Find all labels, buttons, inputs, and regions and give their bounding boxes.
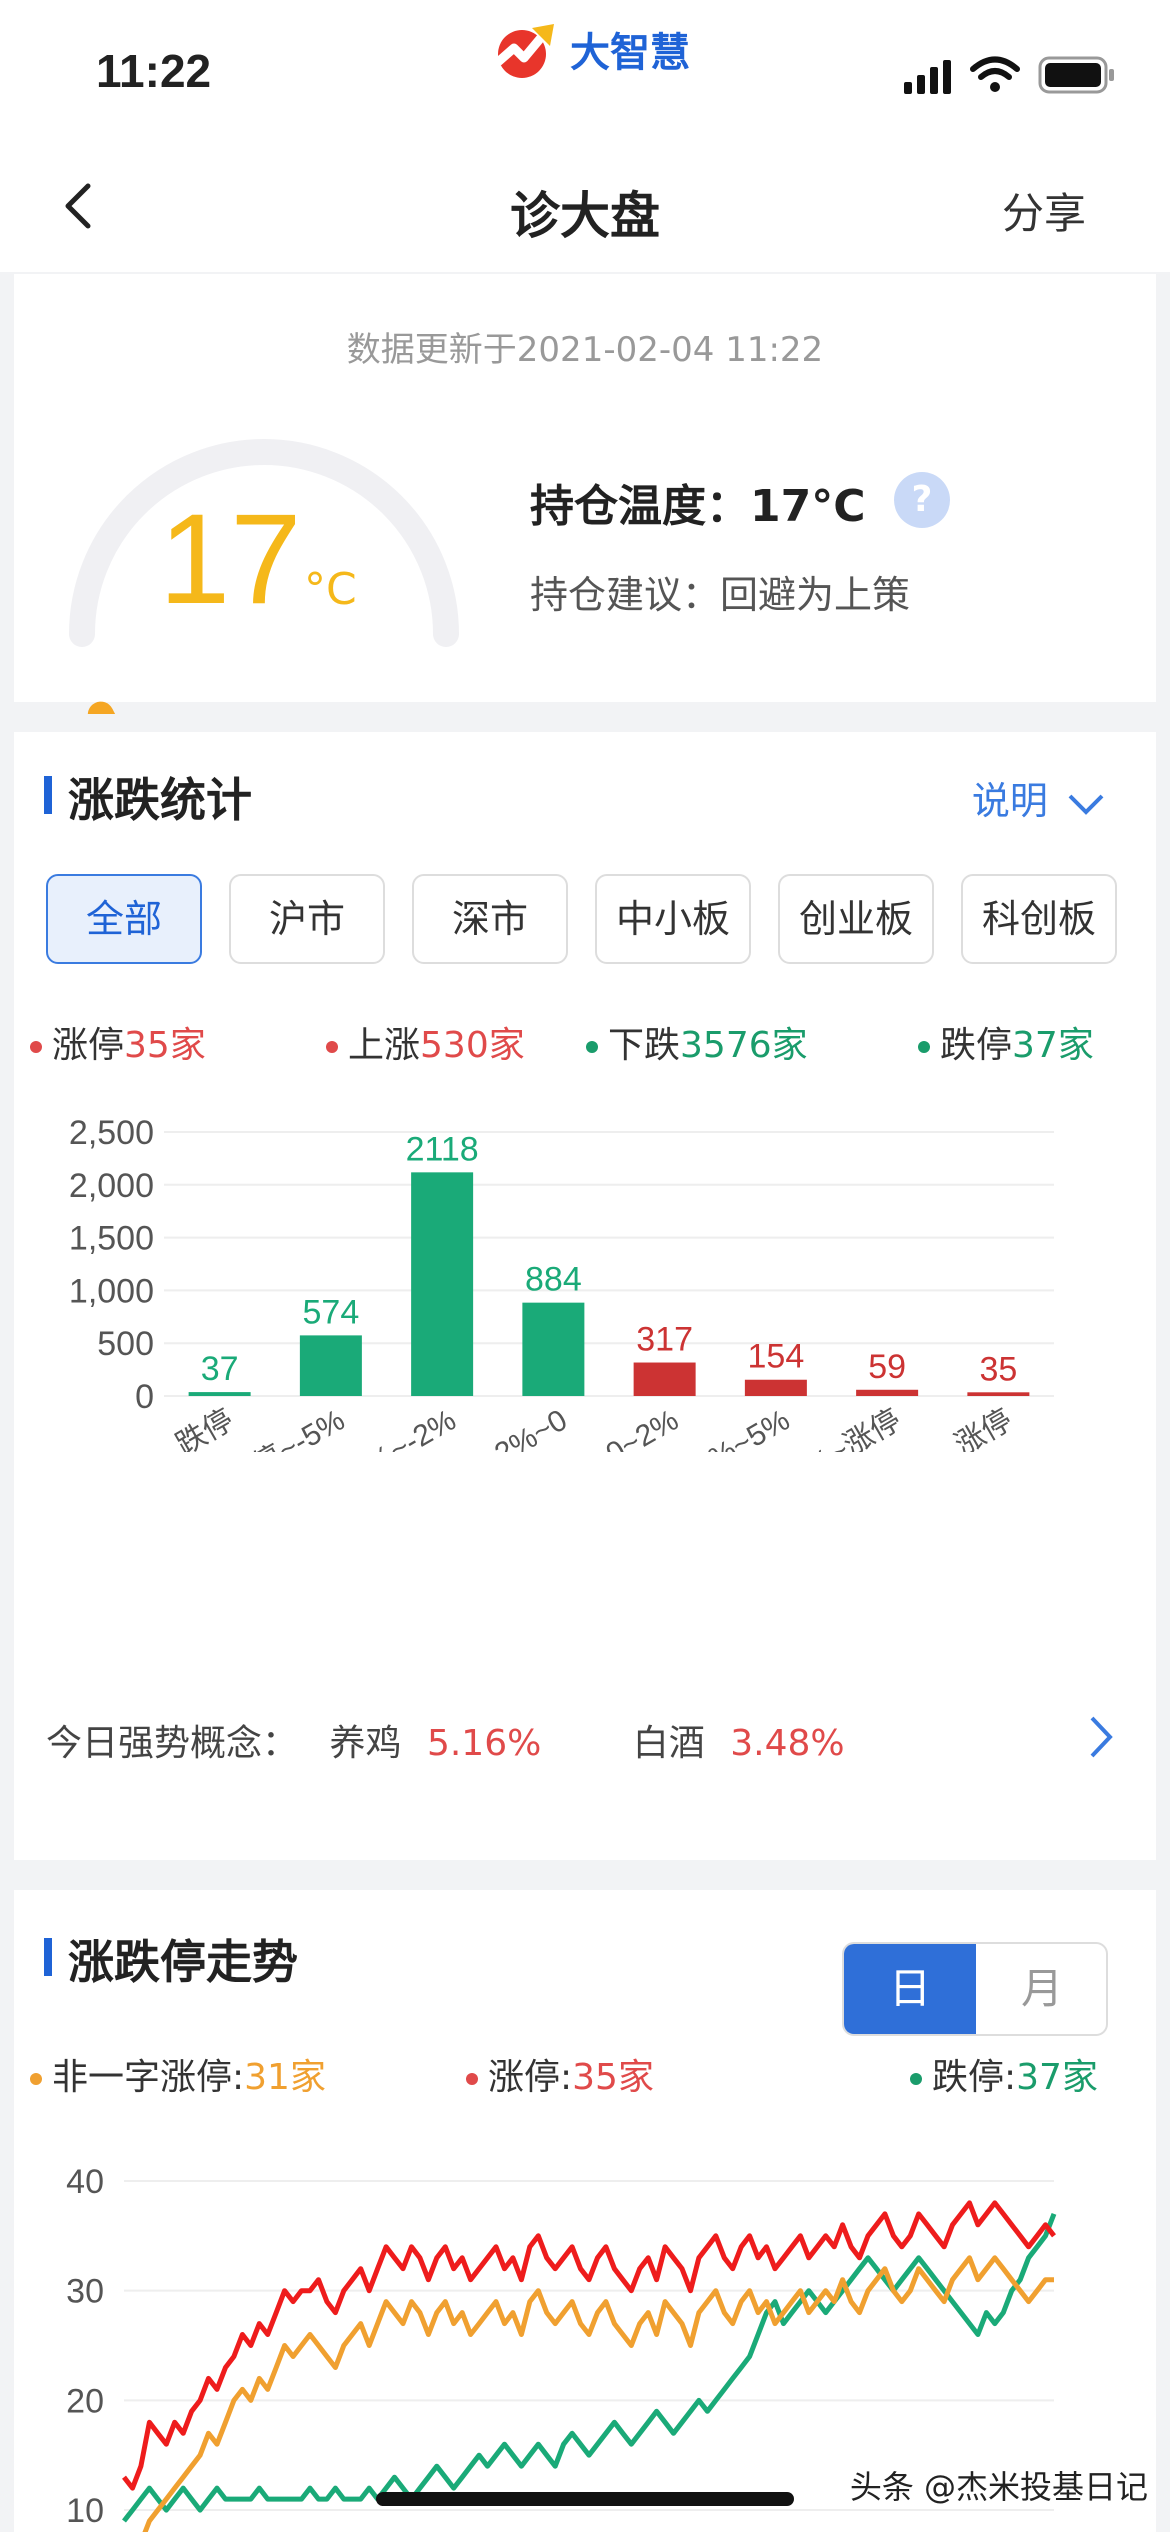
bar: [188, 1392, 251, 1396]
signal-icon: [904, 60, 951, 94]
concept-pct: 3.48%: [730, 1723, 845, 1764]
concept-label: 今日强势概念：: [46, 1723, 299, 1764]
stats-card: 涨跌统计 说明 全部 沪市 深市 中小板 创业板 科创板 涨停35家 上涨530…: [14, 732, 1156, 1860]
x-tick-label: 涨停: [949, 1403, 1017, 1452]
x-tick-label: -5%~-2%: [338, 1403, 462, 1452]
temperature-value: 17: [159, 488, 302, 631]
legend-down: 下跌3576家: [586, 1016, 808, 1068]
concept-pct: 5.16%: [426, 1723, 542, 1764]
x-tick-label: 跌停: [171, 1403, 239, 1452]
explain-button[interactable]: 说明: [972, 770, 1106, 825]
update-time: 数据更新于2021-02-04 11:22: [346, 330, 824, 370]
bar-value-label: 317: [636, 1321, 693, 1359]
legend-limit-up: 涨停35家: [30, 1016, 206, 1068]
section-marker: [44, 1938, 52, 1976]
bar-value-label: 59: [868, 1348, 906, 1386]
wifi-icon: [970, 56, 1020, 92]
explain-label: 说明: [971, 779, 1048, 823]
chevron-down-icon: [1068, 794, 1104, 815]
section-title: 涨跌统计: [68, 773, 252, 827]
y-tick-label: 1,000: [69, 1272, 154, 1310]
battery-icon: [1038, 56, 1114, 94]
bar: [967, 1392, 1030, 1396]
x-tick-label: 0~2%: [600, 1403, 684, 1452]
bar-value-label: 37: [201, 1350, 239, 1388]
page-title: 诊大盘: [510, 187, 660, 245]
concept-name: 白酒: [632, 1723, 705, 1764]
y-tick-label: 20: [66, 2382, 104, 2420]
status-time: 11:22: [96, 45, 212, 97]
strong-concepts: 今日强势概念： 养鸡 5.16% 白酒 3.48%: [46, 1714, 845, 1766]
app-logo: 大智慧: [488, 14, 690, 84]
legend-limit-down: 跌停:37家: [910, 2048, 1098, 2100]
y-tick-label: 10: [66, 2492, 104, 2530]
tab-shenzhen[interactable]: 深市: [412, 874, 568, 964]
y-tick-label: 2,000: [69, 1167, 154, 1205]
y-tick-label: 2,500: [69, 1114, 154, 1152]
bar: [856, 1389, 919, 1396]
bar-value-label: 884: [525, 1261, 582, 1299]
y-tick-label: 30: [66, 2273, 104, 2311]
series-line-涨停: [122, 2200, 1056, 2491]
distribution-bar-chart: 0 500 1,000 1,500 2,000 2,500 37 跌停 574 跌停~-5% 211…: [69, 1114, 1054, 1452]
temperature-card: 数据更新于2021-02-04 11:22 17 °C 持仓温度：17°C ? …: [14, 274, 1156, 714]
logo-mark-icon: [495, 24, 554, 78]
section-title: 涨跌停走势: [68, 1935, 298, 1989]
tab-shanghai[interactable]: 沪市: [229, 874, 385, 964]
legend-limit-up: 涨停:35家: [466, 2048, 654, 2100]
tab-chinext[interactable]: 创业板: [778, 874, 934, 964]
legend-limit-down: 跌停37家: [918, 1016, 1094, 1068]
y-tick-label: 0: [135, 1378, 154, 1416]
toggle-month[interactable]: 月: [976, 1944, 1106, 2034]
y-tick-label: 500: [97, 1325, 154, 1363]
section-marker: [44, 776, 52, 814]
nav-bar: 诊大盘 分享: [0, 140, 1170, 272]
bar: [411, 1172, 474, 1396]
logo-text: 大智慧: [570, 30, 690, 76]
home-indicator[interactable]: [376, 2492, 794, 2506]
status-bar: 11:22 大智慧: [0, 0, 1170, 140]
x-tick-label: 5%~涨停: [785, 1403, 906, 1452]
bar: [299, 1335, 362, 1396]
bar: [633, 1362, 696, 1396]
x-tick-label: 2%~5%: [689, 1403, 796, 1452]
bar: [744, 1379, 807, 1396]
legend-up: 上涨530家: [326, 1016, 525, 1068]
x-tick-label: 跌停~-5%: [221, 1403, 351, 1452]
holding-temperature: 持仓温度：17°C: [530, 481, 866, 532]
tab-all[interactable]: 全部: [46, 874, 202, 964]
chevron-right-icon[interactable]: [1086, 1714, 1116, 1760]
trend-card: 涨跌停走势 日 月 非一字涨停:31家 涨停:35家 跌停:37家 10 20 30…: [14, 1890, 1156, 2532]
bar-value-label: 35: [979, 1350, 1017, 1388]
holding-advice: 持仓建议：回避为上策: [530, 573, 911, 617]
bar: [522, 1302, 585, 1396]
x-tick-label: -2%~0: [481, 1403, 573, 1452]
toggle-day[interactable]: 日: [844, 1944, 976, 2034]
y-tick-label: 40: [66, 2163, 104, 2201]
tab-sme-board[interactable]: 中小板: [595, 874, 751, 964]
bar-value-label: 2118: [406, 1130, 479, 1168]
bar-value-label: 574: [303, 1293, 360, 1331]
y-tick-label: 1,500: [69, 1220, 154, 1258]
share-button[interactable]: 分享: [1002, 180, 1086, 241]
watermark: 头条 @杰米投基日记: [849, 2468, 1148, 2506]
help-icon[interactable]: ?: [894, 472, 950, 528]
concept-name: 养鸡: [329, 1723, 402, 1764]
temperature-unit: °C: [304, 564, 357, 615]
tab-star-market[interactable]: 科创板: [961, 874, 1117, 964]
bar-value-label: 154: [748, 1338, 805, 1376]
legend-nonflat-limit-up: 非一字涨停:31家: [30, 2048, 326, 2100]
period-toggle: 日 月: [842, 1942, 1108, 2036]
